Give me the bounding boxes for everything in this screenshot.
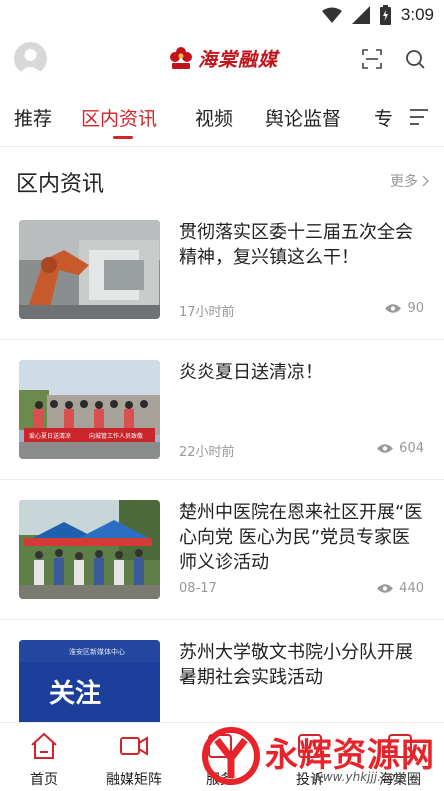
banner-text-right: 向城管工作人员致敬 [89,432,143,440]
nav-home[interactable]: 首页 [4,731,84,789]
eye-icon [385,304,402,313]
nav-media-matrix[interactable]: 融媒矩阵 [94,731,174,789]
article-thumbnail [19,500,160,599]
scan-button[interactable] [359,46,385,72]
article-views: 604 [377,441,424,456]
tab-public-supervision[interactable]: 舆论监督 [265,104,341,131]
article-title: 贯彻落实区委十三届五次全会精神，复兴镇这么干！ [179,222,413,268]
active-tab-indicator [113,136,133,139]
app-logo: 海棠融媒 [168,44,278,72]
article-views: 90 [385,301,424,316]
section-title: 区内资讯 [16,172,105,197]
home-icon [31,732,57,759]
eye-icon [377,584,394,593]
view-count: 604 [399,441,424,456]
tab-special[interactable]: 专 [374,104,393,131]
article-thumbnail [19,220,160,319]
article-item[interactable]: 楚州中医院在恩来社区开展“医心向党 医心为民”党员专家医师义诊活动 08-17 … [0,490,444,629]
wifi-icon [321,7,342,23]
list-divider [0,479,444,480]
watermark-url: www.yhkjjj.com [313,770,407,784]
nav-label: 首页 [30,772,58,788]
view-count: 440 [399,581,424,596]
article-time: 17小时前 [179,305,235,320]
avatar[interactable] [14,42,47,75]
chevron-right-icon [422,175,430,187]
article-item[interactable]: 贯彻落实区委十三届五次全会精神，复兴镇这么干！ 17小时前 90 [0,210,444,349]
watermark: 永辉资源网 www.yhkjjj.com [195,724,444,788]
search-icon [406,50,425,69]
logo-text: 海棠融媒 [198,48,279,71]
article-title: 炎炎夏日送清凉！ [179,362,323,383]
follow-text: 关注 [49,678,101,709]
search-button[interactable] [402,46,428,72]
article-views: 440 [377,581,424,596]
scan-icon [362,49,382,69]
banner-text-left: 爱心夏日送清凉 [29,432,71,440]
tabs-divider [0,146,444,147]
list-divider [0,339,444,340]
begonia-logo-icon [170,47,192,69]
article-time: 22小时前 [179,445,235,460]
status-bar: 3:09 [0,0,444,30]
signal-icon [351,6,370,24]
watermark-text: 永辉资源网 [265,735,435,774]
battery-charging-icon [379,5,391,25]
tab-video[interactable]: 视频 [195,104,233,131]
article-item[interactable]: 爱心夏日送清凉 向城管工作人员致敬 炎炎夏日送清凉！ 22小时前 604 [0,350,444,489]
list-divider [0,619,444,620]
tab-district-news[interactable]: 区内资讯 [81,104,157,131]
eye-icon [377,444,394,453]
tab-recommend[interactable]: 推荐 [14,104,52,131]
user-icon [18,49,43,75]
article-title: 苏州大学敬文书院小分队开展暑期社会实践活动 [179,642,413,688]
follow-org-text: 淮安区新媒体中心 [69,647,125,656]
nav-label: 融媒矩阵 [106,772,162,788]
clock: 3:09 [400,5,434,24]
article-time: 08-17 [179,581,217,596]
more-label: 更多 [390,174,418,190]
watermark-logo-icon [202,727,260,785]
tabs-menu-icon[interactable] [408,106,430,128]
article-thumbnail: 爱心夏日送清凉 向城管工作人员致敬 [19,360,160,459]
video-camera-icon [120,736,148,756]
view-count: 90 [407,301,424,316]
app-header: 海棠融媒 [0,36,444,82]
more-link[interactable]: 更多 [390,171,430,191]
article-title: 楚州中医院在恩来社区开展“医心向党 医心为民”党员专家医师义诊活动 [179,502,423,573]
category-tabs: 推荐 区内资讯 视频 舆论监督 专 [0,96,444,142]
